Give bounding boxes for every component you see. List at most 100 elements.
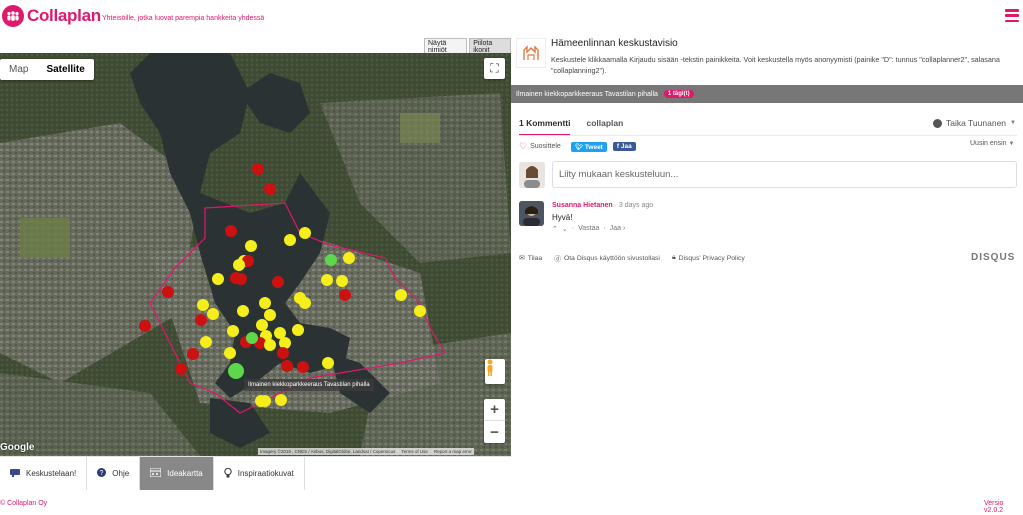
facebook-share-button[interactable]: f Jaa [612, 142, 636, 151]
privacy-link[interactable]: 🔒︎ Disqus' Privacy Policy [672, 254, 745, 262]
disqus-logo[interactable]: DISQUS [971, 252, 1015, 263]
idea-marker-yellow[interactable] [264, 309, 276, 321]
idea-marker-yellow[interactable] [227, 325, 239, 337]
reply-link[interactable]: Vastaa [578, 225, 599, 233]
idea-marker-red[interactable] [225, 225, 237, 237]
idea-marker-red[interactable] [139, 320, 151, 332]
comment-time[interactable]: · 3 days ago [615, 202, 654, 209]
map-canvas[interactable] [0, 53, 511, 456]
tab-ideamap-label: Ideakartta [167, 469, 203, 478]
subscribe-link[interactable]: ✉ Tilaa [519, 254, 542, 263]
tab-discuss-label: Keskustelaan! [26, 469, 77, 478]
downvote-icon[interactable]: ⌄ [562, 225, 568, 233]
idea-marker-yellow[interactable] [256, 319, 268, 331]
fullscreen-icon[interactable]: ⛶ [484, 58, 505, 79]
idea-marker-green[interactable] [228, 363, 244, 379]
idea-marker-red[interactable] [272, 276, 284, 288]
zoom-in-button[interactable]: + [484, 399, 505, 421]
idea-marker-yellow[interactable] [212, 273, 224, 285]
zoom-controls: + − [484, 399, 505, 443]
logo-text: Collaplan [27, 6, 101, 25]
divider [519, 135, 1017, 136]
idea-marker-red[interactable] [162, 286, 174, 298]
idea-marker-red[interactable] [277, 347, 289, 359]
map-icon [149, 467, 162, 479]
idea-marker-yellow[interactable] [321, 274, 333, 286]
version: Versio v2.0.2 [984, 500, 1004, 514]
idea-marker-yellow[interactable] [237, 305, 249, 317]
idea-marker-yellow[interactable] [336, 275, 348, 287]
tab-discuss[interactable]: Keskustelaan! [0, 457, 88, 490]
idea-marker-yellow[interactable] [233, 259, 245, 271]
zoom-out-button[interactable]: − [484, 421, 505, 443]
comment-share-link[interactable]: Jaa › [610, 225, 626, 233]
tweet-button[interactable]: 🐦︎ Tweet [570, 141, 607, 152]
idea-marker-yellow[interactable] [245, 240, 257, 252]
chevron-down-icon: ▼ [1010, 120, 1016, 126]
idea-marker-yellow[interactable] [395, 289, 407, 301]
idea-marker-red[interactable] [175, 363, 187, 375]
disqus-tabs: 1 Kommentti collaplan [519, 118, 623, 136]
sort-dropdown[interactable]: Uusin ensin ▼ [970, 140, 1014, 147]
upvote-icon[interactable]: ⌃ [552, 225, 558, 233]
map-type-satellite-button[interactable]: Satellite [37, 59, 93, 80]
twitter-icon: 🐦︎ [574, 143, 584, 151]
add-disqus-label: Ota Disqus käyttöön sivustollasi [563, 254, 660, 262]
idea-marker-yellow[interactable] [264, 339, 276, 351]
idea-marker-yellow[interactable] [279, 337, 291, 349]
idea-marker-yellow[interactable] [284, 234, 296, 246]
idea-marker-red[interactable] [252, 163, 264, 175]
idea-marker-red[interactable] [235, 273, 247, 285]
chevron-down-icon: ▼ [1008, 141, 1015, 147]
map-type-map-button[interactable]: Map [0, 59, 37, 80]
idea-marker-red[interactable] [264, 183, 276, 195]
comment-author[interactable]: Susanna Hietanen [552, 202, 613, 209]
user-name: Taika Tuunanen [946, 118, 1007, 128]
idea-marker-yellow[interactable] [207, 308, 219, 320]
idea-marker-red[interactable] [195, 314, 207, 326]
tag-badge[interactable]: 1 tägi(t) [663, 90, 694, 98]
recommend-button[interactable]: ♡ Suosittele [519, 141, 561, 152]
idea-marker-yellow[interactable] [299, 297, 311, 309]
avatar[interactable] [519, 201, 544, 226]
copyright[interactable]: © Collaplan Oy [0, 500, 47, 507]
idea-marker-yellow[interactable] [197, 299, 209, 311]
idea-marker-red[interactable] [281, 360, 293, 372]
idea-marker-red[interactable] [297, 361, 309, 373]
idea-marker-yellow[interactable] [322, 357, 334, 369]
google-logo: Google [0, 442, 35, 453]
idea-marker-yellow[interactable] [299, 227, 311, 239]
idea-marker-red[interactable] [339, 289, 351, 301]
tab-help[interactable]: ? Ohje [87, 457, 141, 490]
add-disqus-link[interactable]: ⓓ Ota Disqus käyttöön sivustollasi [554, 253, 660, 264]
idea-marker-yellow[interactable] [343, 252, 355, 264]
idea-marker-yellow[interactable] [292, 324, 304, 336]
project-description: Keskustele klikkaamalla Kirjaudu sisään … [551, 55, 1000, 75]
satellite-map[interactable]: Map Satellite ⛶ + − Google Imagery ©2019… [0, 53, 511, 456]
imagery-credit: Imagery ©2019 , CNES / Airbus, DigitalGl… [260, 449, 396, 454]
idea-marker-red[interactable] [187, 348, 199, 360]
pegman-icon[interactable] [485, 359, 505, 384]
avatar[interactable] [519, 162, 545, 188]
tab-community[interactable]: collaplan [586, 118, 623, 136]
idea-marker-yellow[interactable] [255, 395, 267, 407]
idea-marker-green[interactable] [325, 254, 337, 266]
idea-marker-yellow[interactable] [259, 297, 271, 309]
user-menu[interactable]: Taika Tuunanen ▼ [933, 118, 1016, 128]
idea-marker-yellow[interactable] [275, 394, 287, 406]
idea-marker-yellow[interactable] [200, 336, 212, 348]
comment-input[interactable]: Liity mukaan keskusteluun... [552, 161, 1017, 188]
tab-comments[interactable]: 1 Kommentti [519, 118, 571, 136]
idea-marker-yellow[interactable] [414, 305, 426, 317]
menu-icon[interactable] [1005, 9, 1019, 22]
idea-marker-green[interactable] [246, 332, 258, 344]
collaplan-logo[interactable]: Collaplan [2, 5, 101, 27]
mail-icon: ✉ [519, 255, 525, 262]
terms-link[interactable]: Terms of Use [401, 449, 428, 454]
idea-marker-yellow[interactable] [224, 347, 236, 359]
tab-ideamap[interactable]: Ideakartta [140, 457, 214, 490]
sort-label: Uusin ensin [970, 140, 1007, 147]
discussion-panel: Hämeenlinnan keskustavisio Keskustele kl… [511, 36, 1023, 489]
tab-inspiration[interactable]: Inspiraatiokuvat [214, 457, 305, 490]
report-error-link[interactable]: Report a map error [434, 449, 472, 454]
